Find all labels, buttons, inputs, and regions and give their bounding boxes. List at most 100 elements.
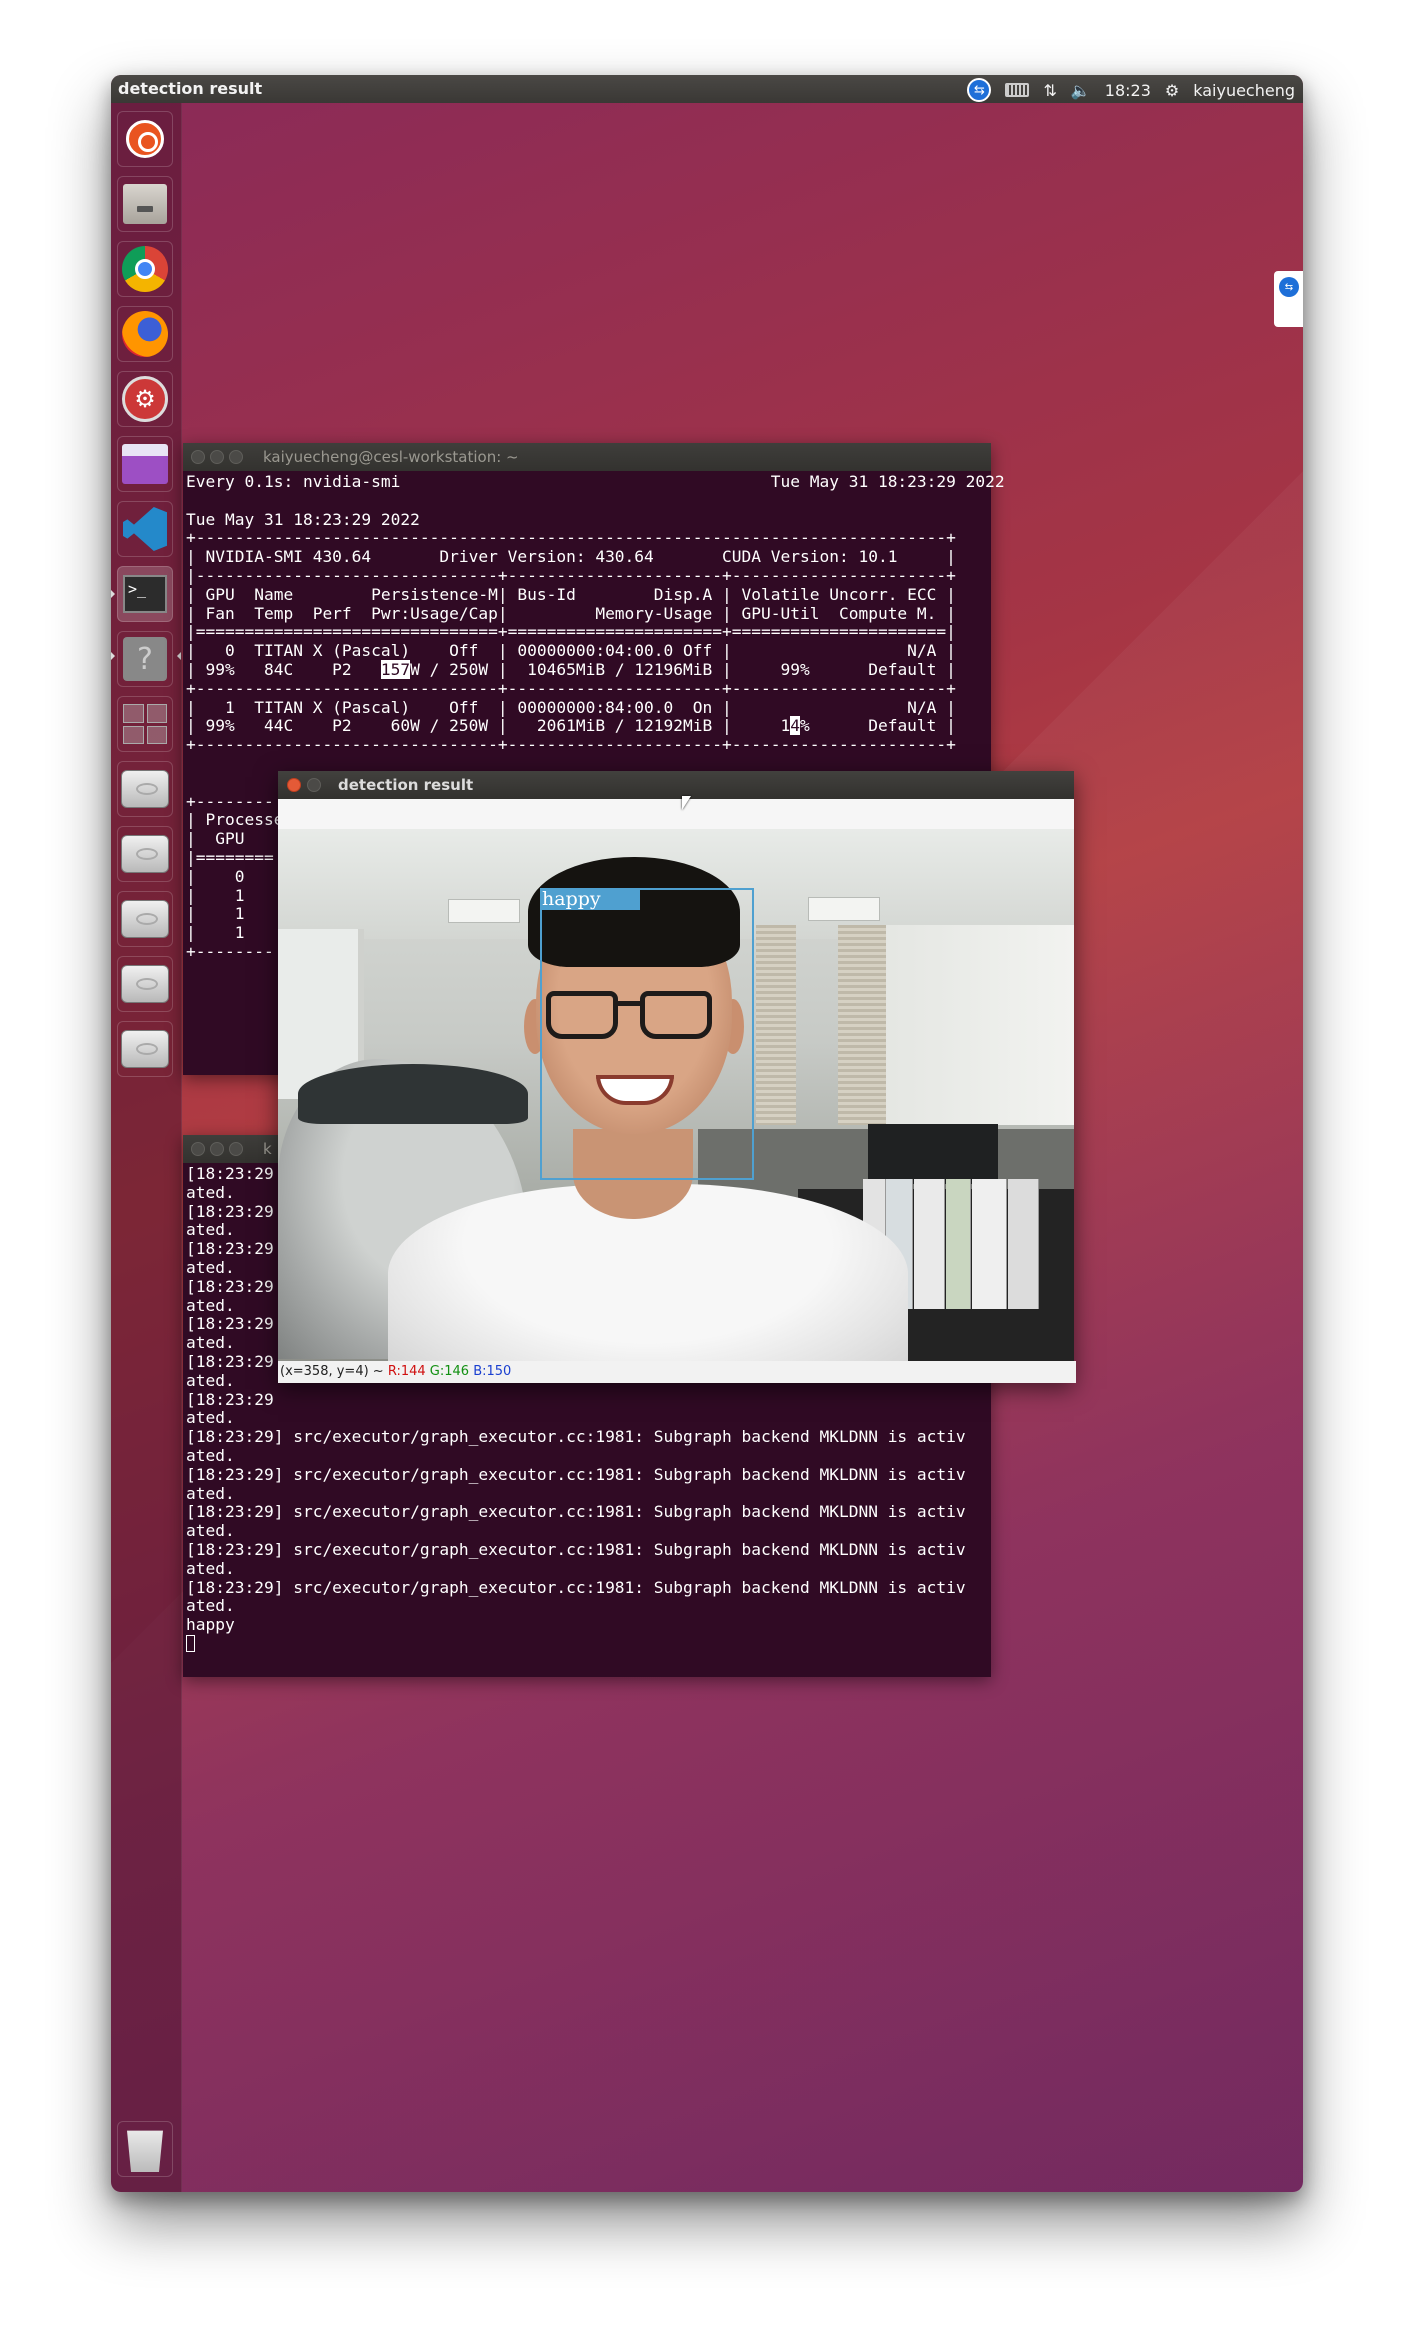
- firefox-icon: [122, 311, 168, 357]
- terminal-line: |-------------------------------+-------…: [186, 565, 956, 585]
- user-name[interactable]: kaiyuecheng: [1193, 81, 1295, 100]
- network-updown-icon[interactable]: ⇅: [1043, 81, 1056, 100]
- teamviewer-side-tab[interactable]: ⇆: [1274, 271, 1303, 327]
- blue-value: B:150: [473, 1364, 512, 1379]
- drive-button[interactable]: [117, 891, 173, 947]
- terminal-line: [18:23:29] src/executor/graph_executor.c…: [186, 1427, 966, 1447]
- terminal-line: [18:23:29: [186, 1389, 274, 1409]
- mouse-pointer-icon: [682, 796, 691, 810]
- scene-ceiling-light: [808, 897, 880, 921]
- teamviewer-icon: ⇆: [1279, 277, 1299, 297]
- close-button[interactable]: [191, 450, 205, 464]
- webcam-image[interactable]: happy: [278, 829, 1074, 1361]
- scene-binder: [1008, 1179, 1039, 1309]
- detection-window-titlebar[interactable]: detection result: [278, 771, 1074, 799]
- store-icon: [122, 444, 168, 484]
- terminal-line: | 99% 84C P2 157W / 250W | 10465MiB / 12…: [186, 659, 956, 679]
- workspace-switcher-button[interactable]: [117, 696, 173, 752]
- terminal-line: | 99% 44C P2 60W / 250W | 2061MiB / 1219…: [186, 716, 956, 736]
- drive-icon: [121, 835, 169, 873]
- chrome-icon: [122, 246, 168, 292]
- scene-chair-top: [298, 1064, 528, 1124]
- scene-blinds: [838, 925, 886, 1125]
- minimize-button[interactable]: [307, 778, 321, 792]
- terminal-titlebar[interactable]: kaiyuecheng@cesl-workstation: ~: [183, 443, 991, 471]
- terminal-line: +---------------------------------------…: [186, 528, 956, 548]
- close-button[interactable]: [191, 1142, 205, 1156]
- active-window-title: detection result: [118, 79, 263, 98]
- terminal-line: [18:23:29] src/executor/graph_executor.c…: [186, 1464, 966, 1484]
- drive-button[interactable]: [117, 761, 173, 817]
- files-button[interactable]: [117, 176, 173, 232]
- emotion-label: happy: [540, 888, 640, 910]
- firefox-button[interactable]: [117, 306, 173, 362]
- settings-button[interactable]: ⚙: [117, 371, 173, 427]
- help-button[interactable]: ?: [117, 631, 173, 687]
- pixel-status-bar: (x=358, y=4) ~ R:144 G:146 B:150: [278, 1361, 1076, 1383]
- terminal-title: kaiyuecheng@cesl-workstation: ~: [263, 448, 519, 466]
- running-indicator: [111, 652, 115, 660]
- terminal-line: +-------------------------------+-------…: [186, 678, 956, 698]
- desktop-screen: detection result ⇆ ⇅ 🔈 18:23 ⚙ kaiyueche…: [111, 75, 1303, 2192]
- scene-binder: [972, 1179, 1007, 1309]
- red-value: R:144: [387, 1364, 426, 1379]
- detection-result-window[interactable]: detection result happy (x=358, y=4) ~ R:…: [278, 771, 1076, 1383]
- terminal-line: [18:23:29] src/executor/graph_executor.c…: [186, 1502, 966, 1522]
- green-value: G:146: [429, 1364, 470, 1379]
- software-store-button[interactable]: [117, 436, 173, 492]
- close-button[interactable]: [287, 778, 301, 792]
- detection-window-title: detection result: [338, 776, 474, 794]
- terminal-line: ated.: [186, 1596, 235, 1616]
- gear-icon[interactable]: ⚙: [1165, 81, 1179, 100]
- ubuntu-icon: [126, 120, 164, 158]
- minimize-button[interactable]: [210, 1142, 224, 1156]
- terminal-line: | 0 TITAN X (Pascal) Off | 00000000:04:0…: [186, 641, 956, 661]
- terminal-line: | Fan Temp Perf Pwr:Usage/Cap| Memory-Us…: [186, 603, 956, 623]
- drive-icon: [121, 900, 169, 938]
- face-bounding-box: [540, 888, 754, 1180]
- terminal-line: | NVIDIA-SMI 430.64 Driver Version: 430.…: [186, 547, 956, 567]
- terminal-line: ated.: [186, 1445, 235, 1465]
- clock[interactable]: 18:23: [1105, 81, 1151, 100]
- drive-button[interactable]: [117, 1021, 173, 1077]
- vscode-button[interactable]: [117, 501, 173, 557]
- terminal-line: | GPU Name Persistence-M| Bus-Id Disp.A …: [186, 584, 956, 604]
- maximize-button[interactable]: [229, 1142, 243, 1156]
- files-icon: [123, 184, 167, 224]
- minimize-button[interactable]: [210, 450, 224, 464]
- chrome-button[interactable]: [117, 241, 173, 297]
- drive-button[interactable]: [117, 956, 173, 1012]
- teamviewer-icon[interactable]: ⇆: [967, 78, 992, 102]
- trash-icon: [127, 2130, 163, 2172]
- terminal-title: k: [263, 1140, 272, 1158]
- settings-icon: ⚙: [122, 376, 168, 422]
- running-indicator: [111, 590, 115, 598]
- terminal-line: ated.: [186, 1408, 235, 1428]
- terminal-button[interactable]: >_: [117, 566, 173, 622]
- scene-window: [878, 925, 1074, 1125]
- terminal-line: happy: [186, 1615, 235, 1635]
- scene-binder: [914, 1179, 945, 1309]
- scene-ceiling-light: [448, 899, 520, 923]
- scene-monitor: [868, 1124, 998, 1184]
- cursor-coordinates: (x=358, y=4) ~: [280, 1364, 388, 1379]
- maximize-button[interactable]: [229, 450, 243, 464]
- drive-button[interactable]: [117, 826, 173, 882]
- keyboard-icon[interactable]: [1005, 83, 1030, 97]
- terminal-line: | 1 TITAN X (Pascal) Off | 00000000:84:0…: [186, 697, 956, 717]
- terminal-line: |===============================+=======…: [186, 622, 956, 642]
- workspaces-icon: [123, 704, 167, 744]
- terminal-line: [18:23:29] src/executor/graph_executor.c…: [186, 1539, 966, 1559]
- help-icon: ?: [123, 637, 167, 681]
- scene-binder: [946, 1179, 971, 1309]
- terminal-line: [18:23:29] src/executor/graph_executor.c…: [186, 1577, 966, 1597]
- trash-button[interactable]: [117, 2121, 173, 2177]
- terminal-line: ated.: [186, 1483, 235, 1503]
- vscode-icon: [123, 507, 167, 551]
- drive-icon: [121, 965, 169, 1003]
- terminal-line: ated.: [186, 1521, 235, 1541]
- ubuntu-dash-button[interactable]: [117, 111, 173, 167]
- terminal-line: Tue May 31 18:23:29 2022: [186, 509, 420, 529]
- volume-muted-icon[interactable]: 🔈: [1071, 81, 1091, 100]
